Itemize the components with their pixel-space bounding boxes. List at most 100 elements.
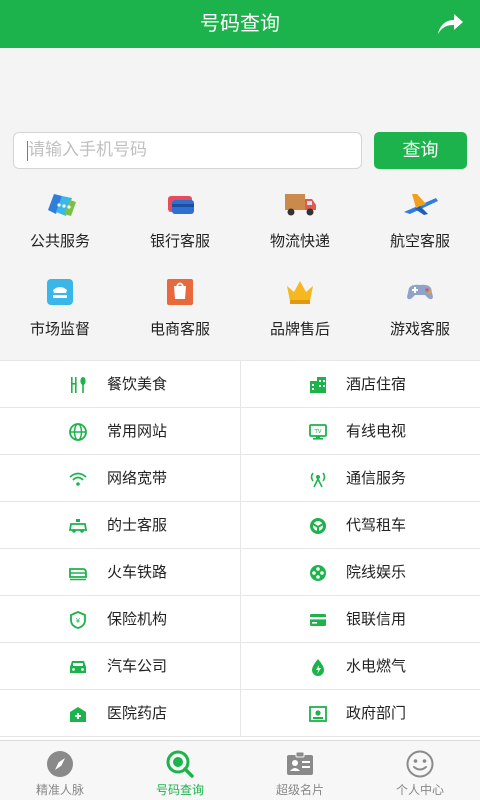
- category-label: 市场监督: [29, 320, 90, 338]
- market-supervision-icon: [47, 279, 73, 305]
- text-cursor: [27, 141, 28, 161]
- public-service-icon: [48, 194, 76, 216]
- service-row: 餐饮美食 酒店住宿: [0, 361, 480, 408]
- category-label: 公共服务: [29, 232, 90, 250]
- search-panel: 请输入手机号码 查询 公共服务 银行客服 物流快递 航空客服 市场监督 电商客服…: [0, 48, 480, 360]
- service-row: 网络宽带 通信服务: [0, 455, 480, 502]
- service-label: 的士客服: [107, 516, 168, 534]
- ecommerce-icon: [167, 279, 193, 305]
- category-label: 品牌售后: [269, 320, 330, 338]
- bank-card-icon: [168, 196, 194, 214]
- tab-number-lookup[interactable]: 号码查询: [120, 741, 240, 800]
- service-item-hotel[interactable]: 酒店住宿: [240, 361, 480, 408]
- fork-knife-icon: [71, 377, 86, 393]
- search-button[interactable]: 查询: [374, 132, 467, 169]
- category-label: 游戏客服: [389, 320, 450, 338]
- category-bank-service[interactable]: 银行客服: [120, 188, 240, 250]
- wifi-icon: [69, 472, 87, 486]
- service-label: 院线娱乐: [346, 563, 407, 581]
- tab-label: 号码查询: [155, 783, 204, 797]
- category-label: 银行客服: [149, 232, 210, 250]
- service-label: 酒店住宿: [346, 375, 407, 393]
- service-item-utilities[interactable]: 水电燃气: [240, 643, 480, 690]
- service-row: 常用网站 TV 有线电视: [0, 408, 480, 455]
- service-item-unionpay[interactable]: 银联信用: [240, 596, 480, 643]
- bottom-tab-bar: 精准人脉 号码查询 超级名片 个人中心: [0, 740, 480, 800]
- page-title: 号码查询: [200, 11, 280, 35]
- compass-icon: [47, 751, 73, 777]
- car-icon: [70, 661, 86, 673]
- hospital-icon: [70, 707, 86, 722]
- service-label: 餐饮美食: [107, 375, 168, 393]
- service-item-car-rental[interactable]: 代驾租车: [240, 502, 480, 549]
- airplane-icon: [404, 194, 438, 215]
- service-label: 水电燃气: [346, 657, 407, 675]
- credit-card-icon: [310, 614, 326, 626]
- service-item-insurance[interactable]: ¥ 保险机构: [0, 596, 240, 643]
- service-item-taxi[interactable]: 的士客服: [0, 502, 240, 549]
- service-item-telecom[interactable]: 通信服务: [240, 455, 480, 502]
- tab-business-card[interactable]: 超级名片: [240, 741, 360, 800]
- service-list: 餐饮美食 酒店住宿 常用网站 TV 有线电视 网络宽带 通信服务 的士客服 代驾…: [0, 360, 480, 740]
- category-label: 电商客服: [149, 320, 210, 338]
- smiley-icon: [406, 750, 434, 778]
- gamepad-icon: [407, 284, 433, 300]
- service-item-hospital[interactable]: 医院药店: [0, 690, 240, 737]
- globe-icon: [69, 423, 87, 441]
- category-label: 航空客服: [389, 232, 450, 250]
- search-icon: [166, 750, 194, 778]
- svg-text:¥: ¥: [76, 617, 81, 625]
- phone-number-input[interactable]: 请输入手机号码: [13, 132, 362, 169]
- service-label: 保险机构: [107, 610, 168, 628]
- service-label: 常用网站: [107, 422, 168, 440]
- service-item-websites[interactable]: 常用网站: [0, 408, 240, 455]
- service-row: 医院药店 政府部门: [0, 690, 480, 737]
- service-item-cinema[interactable]: 院线娱乐: [240, 549, 480, 596]
- category-game[interactable]: 游戏客服: [360, 276, 480, 338]
- category-public-service[interactable]: 公共服务: [0, 188, 120, 250]
- steering-wheel-icon: [310, 518, 326, 534]
- phone-number-placeholder: 请输入手机号码: [28, 140, 147, 160]
- service-label: 火车铁路: [107, 563, 168, 581]
- utilities-drop-icon: [312, 659, 324, 676]
- delivery-truck-icon: [285, 194, 316, 216]
- train-icon: [69, 568, 87, 581]
- tab-label: 个人中心: [395, 783, 444, 797]
- tv-icon: TV: [309, 424, 327, 440]
- category-market-supervision[interactable]: 市场监督: [0, 276, 120, 338]
- signal-tower-icon: [310, 472, 326, 488]
- service-row: 火车铁路 院线娱乐: [0, 549, 480, 596]
- service-item-auto-company[interactable]: 汽车公司: [0, 643, 240, 690]
- category-airline[interactable]: 航空客服: [360, 188, 480, 250]
- service-label: 通信服务: [346, 469, 407, 487]
- tab-label: 超级名片: [275, 783, 324, 797]
- tab-profile[interactable]: 个人中心: [360, 741, 480, 800]
- service-label: 网络宽带: [107, 469, 168, 487]
- service-item-railway[interactable]: 火车铁路: [0, 549, 240, 596]
- service-item-government[interactable]: 政府部门: [240, 690, 480, 737]
- share-icon[interactable]: [434, 8, 466, 40]
- service-item-dining[interactable]: 餐饮美食: [0, 361, 240, 408]
- service-item-broadband[interactable]: 网络宽带: [0, 455, 240, 502]
- shield-icon: ¥: [70, 611, 86, 629]
- business-card-icon: [287, 751, 313, 775]
- service-label: 代驾租车: [346, 516, 407, 534]
- category-brand-aftersales[interactable]: 品牌售后: [240, 276, 360, 338]
- tab-label: 精准人脉: [35, 783, 84, 797]
- tab-contacts[interactable]: 精准人脉: [0, 741, 120, 800]
- film-reel-icon: [310, 565, 326, 581]
- service-row: ¥ 保险机构 银联信用: [0, 596, 480, 643]
- service-label: 汽车公司: [107, 657, 168, 675]
- service-label: 银联信用: [346, 610, 407, 628]
- svg-text:TV: TV: [313, 429, 321, 435]
- category-ecommerce[interactable]: 电商客服: [120, 276, 240, 338]
- service-row: 汽车公司 水电燃气: [0, 643, 480, 690]
- service-item-cable-tv[interactable]: TV 有线电视: [240, 408, 480, 455]
- government-icon: [309, 706, 327, 722]
- service-label: 有线电视: [346, 422, 407, 440]
- service-label: 医院药店: [107, 704, 168, 722]
- hotel-building-icon: [310, 377, 326, 393]
- category-logistics[interactable]: 物流快递: [240, 188, 360, 250]
- taxi-icon: [68, 519, 88, 533]
- top-bar: 号码查询: [0, 0, 480, 48]
